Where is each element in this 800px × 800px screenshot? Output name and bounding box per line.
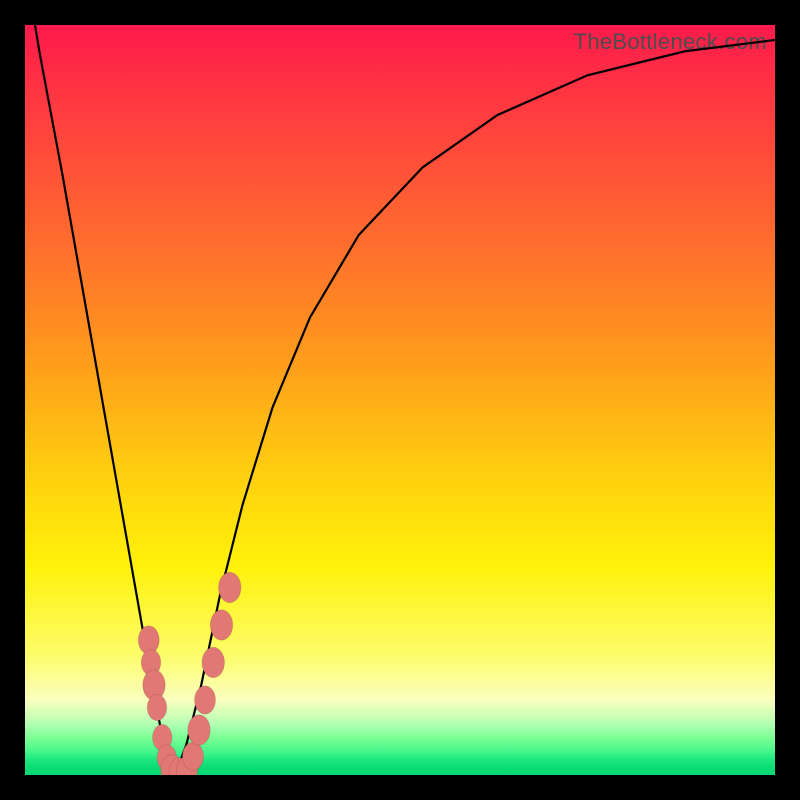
data-marker [188,715,211,745]
data-marker [202,647,225,677]
curve-layer [25,25,775,775]
chart-frame: TheBottleneck.com [0,0,800,800]
data-markers [138,572,241,775]
data-marker [147,694,167,720]
plot-area: TheBottleneck.com [25,25,775,775]
data-marker [195,686,216,714]
data-marker [183,742,204,770]
data-marker [219,572,242,602]
data-marker [210,610,233,640]
bottleneck-curve [25,25,775,775]
